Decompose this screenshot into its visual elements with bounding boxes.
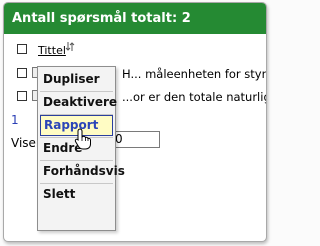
column-title-link[interactable]: Tittel	[38, 44, 66, 57]
menu-item-delete[interactable]: Slett	[40, 184, 113, 205]
show-count-input[interactable]: 0	[112, 131, 160, 148]
menu-item-duplicate[interactable]: Dupliser	[40, 69, 113, 90]
menu-item-deactivate[interactable]: Deaktivere	[40, 92, 117, 113]
panel-header: Antall spørsmål totalt: 2	[4, 3, 266, 34]
show-count-value: 0	[115, 132, 123, 146]
select-all-checkbox[interactable]	[17, 44, 27, 54]
hand-pointer-icon	[74, 128, 94, 150]
row-checkbox[interactable]	[17, 68, 27, 78]
row-checkbox[interactable]	[17, 91, 27, 101]
question-count-title: Antall spørsmål totalt: 2	[12, 11, 191, 26]
sort-arrows-icon[interactable]	[65, 41, 75, 55]
question-title[interactable]: ...or er den totale naturlige s	[122, 90, 266, 104]
question-title[interactable]: H... måleenheten for styrken p	[122, 67, 266, 81]
page-number-link[interactable]: 1	[11, 113, 19, 127]
menu-item-preview[interactable]: Forhåndsvis	[40, 161, 125, 182]
